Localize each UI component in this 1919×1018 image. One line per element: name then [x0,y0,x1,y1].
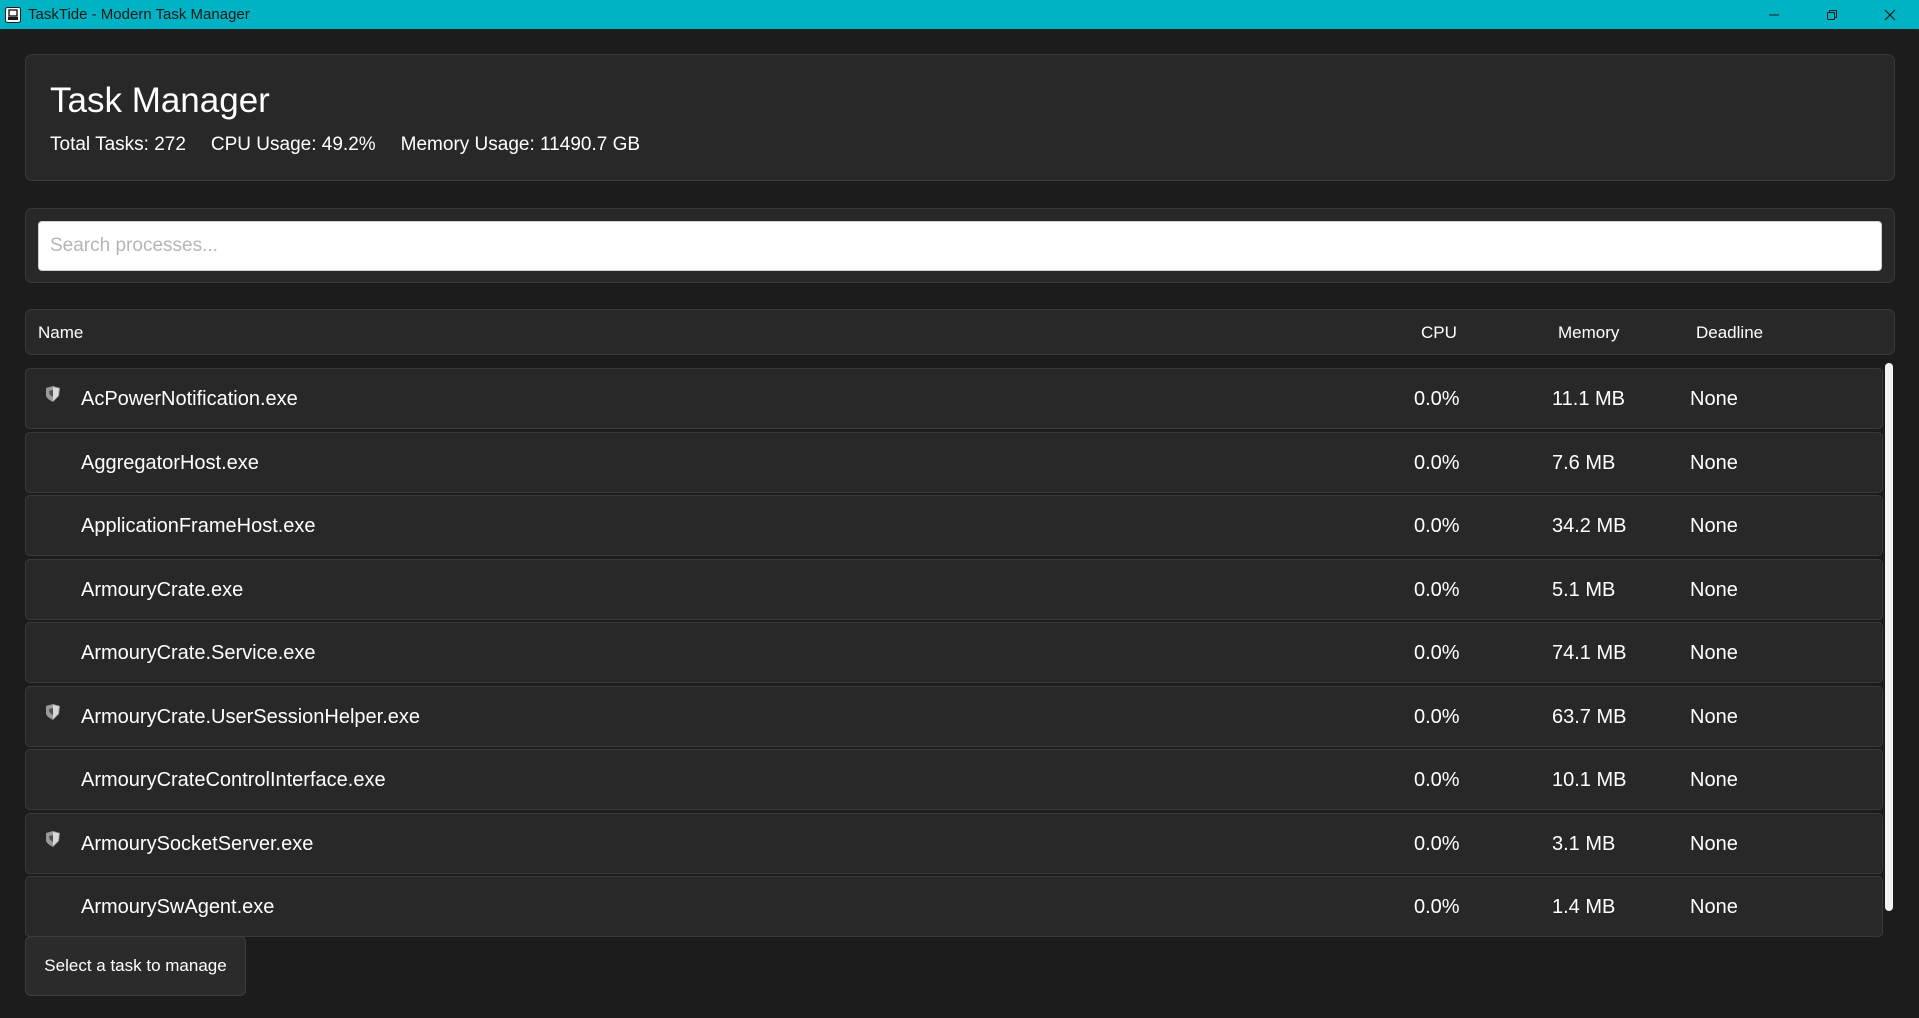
column-header-cpu[interactable]: CPU [1421,323,1457,343]
table-row[interactable]: ApplicationFrameHost.exe 0.0% 34.2 MB No… [25,495,1883,556]
process-name: ArmouryCrate.Service.exe [81,642,316,664]
summary-panel: Task Manager Total Tasks: 272 CPU Usage:… [25,54,1895,181]
process-deadline: None [1690,833,1738,855]
total-tasks-stat: Total Tasks: 272 [50,134,186,155]
process-name: ArmouryCrate.exe [81,579,244,601]
search-input[interactable] [38,221,1882,271]
vertical-scrollbar[interactable] [1883,359,1895,939]
process-name: ArmouryCrateControlInterface.exe [81,769,386,791]
stats-bar: Total Tasks: 272 CPU Usage: 49.2% Memory… [50,134,640,156]
process-memory: 1.4 MB [1552,896,1616,918]
shield-icon [44,385,62,403]
process-memory: 5.1 MB [1552,579,1616,601]
table-row[interactable]: ArmouryCrate.Service.exe 0.0% 74.1 MB No… [25,622,1883,683]
shield-icon [44,830,62,848]
process-memory: 7.6 MB [1552,452,1616,474]
process-memory: 74.1 MB [1552,642,1627,664]
process-cpu: 0.0% [1414,579,1460,601]
process-cpu: 0.0% [1414,769,1460,791]
shield-icon [44,703,62,721]
column-header-deadline[interactable]: Deadline [1696,323,1763,343]
scrollbar-thumb[interactable] [1885,363,1893,911]
process-cpu: 0.0% [1414,642,1460,664]
process-deadline: None [1690,579,1738,601]
table-row[interactable]: ArmouryCrateControlInterface.exe 0.0% 10… [25,749,1883,810]
process-cpu: 0.0% [1414,452,1460,474]
table-row[interactable]: ArmouryCrate.UserSessionHelper.exe 0.0% … [25,686,1883,747]
close-icon [1884,9,1896,20]
process-cpu: 0.0% [1414,515,1460,537]
table-row[interactable]: AcPowerNotification.exe 0.0% 11.1 MB Non… [25,368,1883,429]
process-memory: 11.1 MB [1552,388,1625,410]
process-memory: 10.1 MB [1552,769,1627,791]
window-title: TaskTide - Modern Task Manager [28,6,250,23]
process-list[interactable]: AcPowerNotification.exe 0.0% 11.1 MB Non… [25,359,1895,939]
process-name: AcPowerNotification.exe [81,388,298,410]
process-cpu: 0.0% [1414,833,1460,855]
process-deadline: None [1690,769,1738,791]
process-deadline: None [1690,452,1738,474]
process-name: AggregatorHost.exe [81,452,259,474]
table-row[interactable]: ArmouryCrate.exe 0.0% 5.1 MB None [25,559,1883,620]
process-deadline: None [1690,515,1738,537]
table-row[interactable]: ArmourySwAgent.exe 0.0% 1.4 MB None [25,876,1883,937]
process-deadline: None [1690,642,1738,664]
column-header-memory[interactable]: Memory [1558,323,1619,343]
maximize-button[interactable] [1803,0,1861,29]
process-name: ArmourySocketServer.exe [81,833,314,855]
process-name: ArmouryCrate.UserSessionHelper.exe [81,706,421,728]
process-deadline: None [1690,706,1738,728]
process-deadline: None [1690,896,1738,918]
minimize-button[interactable] [1745,0,1803,29]
cpu-usage-stat: CPU Usage: 49.2% [210,134,376,155]
memory-usage-stat: Memory Usage: 11490.7 GB [400,134,641,155]
column-header-name[interactable]: Name [38,323,83,343]
table-row[interactable]: AggregatorHost.exe 0.0% 7.6 MB None [25,432,1883,493]
process-cpu: 0.0% [1414,388,1460,410]
close-button[interactable] [1861,0,1919,29]
process-cpu: 0.0% [1414,706,1460,728]
window-controls [1745,0,1919,29]
minimize-icon [1769,14,1779,15]
search-panel [25,208,1895,283]
app-icon [4,6,22,24]
task-action-button[interactable]: Select a task to manage [25,936,246,996]
process-memory: 3.1 MB [1552,833,1616,855]
restore-icon [1827,9,1837,20]
process-name: ApplicationFrameHost.exe [81,515,316,537]
process-memory: 63.7 MB [1552,706,1627,728]
window-client: Task Manager Total Tasks: 272 CPU Usage:… [0,29,1919,1018]
process-name: ArmourySwAgent.exe [81,896,275,918]
process-deadline: None [1690,388,1738,410]
table-header: Name CPU Memory Deadline [25,309,1895,355]
process-memory: 34.2 MB [1552,515,1627,537]
process-cpu: 0.0% [1414,896,1460,918]
title-bar[interactable]: TaskTide - Modern Task Manager [0,0,1919,29]
page-title: Task Manager [50,81,270,120]
table-row[interactable]: ArmourySocketServer.exe 0.0% 3.1 MB None [25,813,1883,874]
